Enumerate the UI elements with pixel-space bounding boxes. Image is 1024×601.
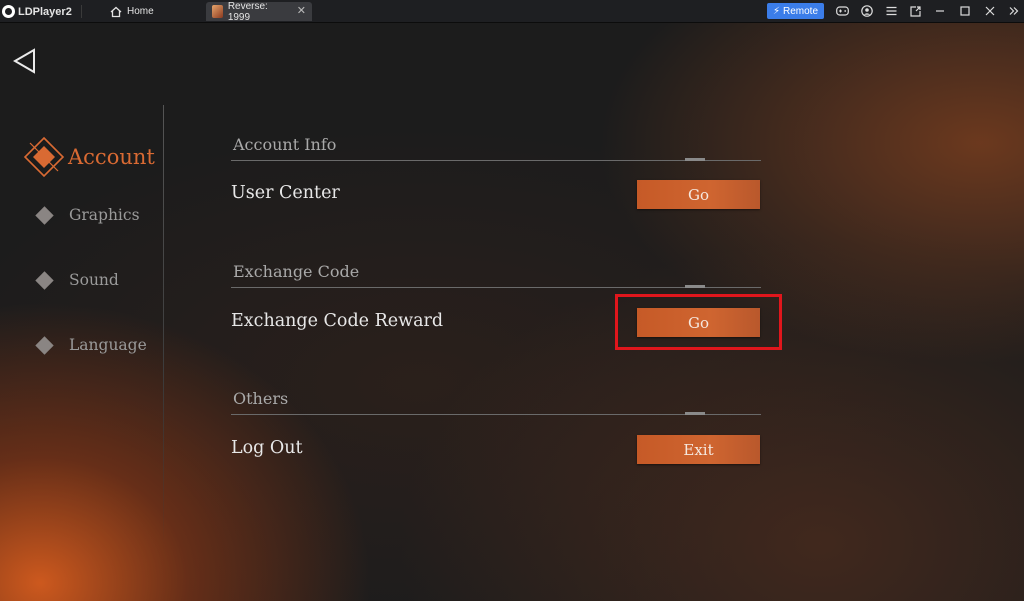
emulator-titlebar: LDPlayer2 Home Reverse: 1999 ✕ ⚡ Remote <box>0 0 1024 23</box>
tab-home[interactable]: Home <box>104 2 160 21</box>
sidebar-item-label: Account <box>68 145 155 169</box>
brand-name: LDPlayer2 <box>18 5 72 18</box>
row-label-exchange-code-reward: Exchange Code Reward <box>231 311 444 331</box>
sidebar-item-label: Graphics <box>69 206 140 224</box>
tab-reverse-1999[interactable]: Reverse: 1999 ✕ <box>206 0 312 23</box>
sidebar-item-graphics[interactable]: Graphics <box>34 205 140 225</box>
double-chevron-icon[interactable] <box>1006 3 1022 19</box>
menu-icon[interactable] <box>883 3 899 19</box>
section-title-others: Others <box>233 389 289 408</box>
close-icon[interactable] <box>982 3 998 19</box>
sidebar-item-language[interactable]: Language <box>34 335 147 355</box>
row-label-user-center: User Center <box>231 183 340 203</box>
sidebar-item-label: Sound <box>69 271 119 289</box>
minimize-icon[interactable] <box>932 3 948 19</box>
section-divider <box>231 158 761 161</box>
sidebar-divider <box>163 105 164 545</box>
user-center-go-button[interactable]: Go <box>637 180 760 209</box>
back-button[interactable] <box>12 47 38 75</box>
sidebar-item-sound[interactable]: Sound <box>34 270 119 290</box>
sidebar-item-label: Language <box>69 336 147 354</box>
highlight-box <box>615 294 782 350</box>
gamepad-icon[interactable] <box>834 3 850 19</box>
section-title-account-info: Account Info <box>233 135 337 154</box>
remote-label: Remote <box>783 5 819 17</box>
maximize-icon[interactable] <box>957 3 973 19</box>
sidebar-item-account[interactable]: Account <box>22 135 155 179</box>
back-triangle-icon <box>13 48 35 74</box>
game-thumbnail-icon <box>212 5 223 18</box>
tab-home-label: Home <box>127 6 154 17</box>
tab-close-icon[interactable]: ✕ <box>297 6 306 17</box>
emulator-brand: LDPlayer2 <box>2 3 72 20</box>
diamond-icon <box>35 335 54 355</box>
section-divider <box>231 412 761 415</box>
tab-game-label: Reverse: 1999 <box>227 0 268 23</box>
account-diamond-icon <box>22 135 66 179</box>
lightning-icon: ⚡ <box>772 5 780 17</box>
diamond-icon <box>35 205 54 225</box>
account-icon[interactable] <box>859 3 875 19</box>
section-title-exchange-code: Exchange Code <box>233 262 360 281</box>
home-icon <box>110 6 122 18</box>
ldplayer-logo-icon <box>2 5 15 18</box>
diamond-icon <box>35 270 54 290</box>
exit-button[interactable]: Exit <box>637 435 760 464</box>
row-label-log-out: Log Out <box>231 438 303 458</box>
screen-share-icon[interactable] <box>907 3 923 19</box>
remote-button[interactable]: ⚡ Remote <box>767 3 824 19</box>
settings-screen: Account Graphics Sound Language Account … <box>0 23 1024 601</box>
titlebar-divider <box>81 5 82 18</box>
section-divider <box>231 285 761 288</box>
